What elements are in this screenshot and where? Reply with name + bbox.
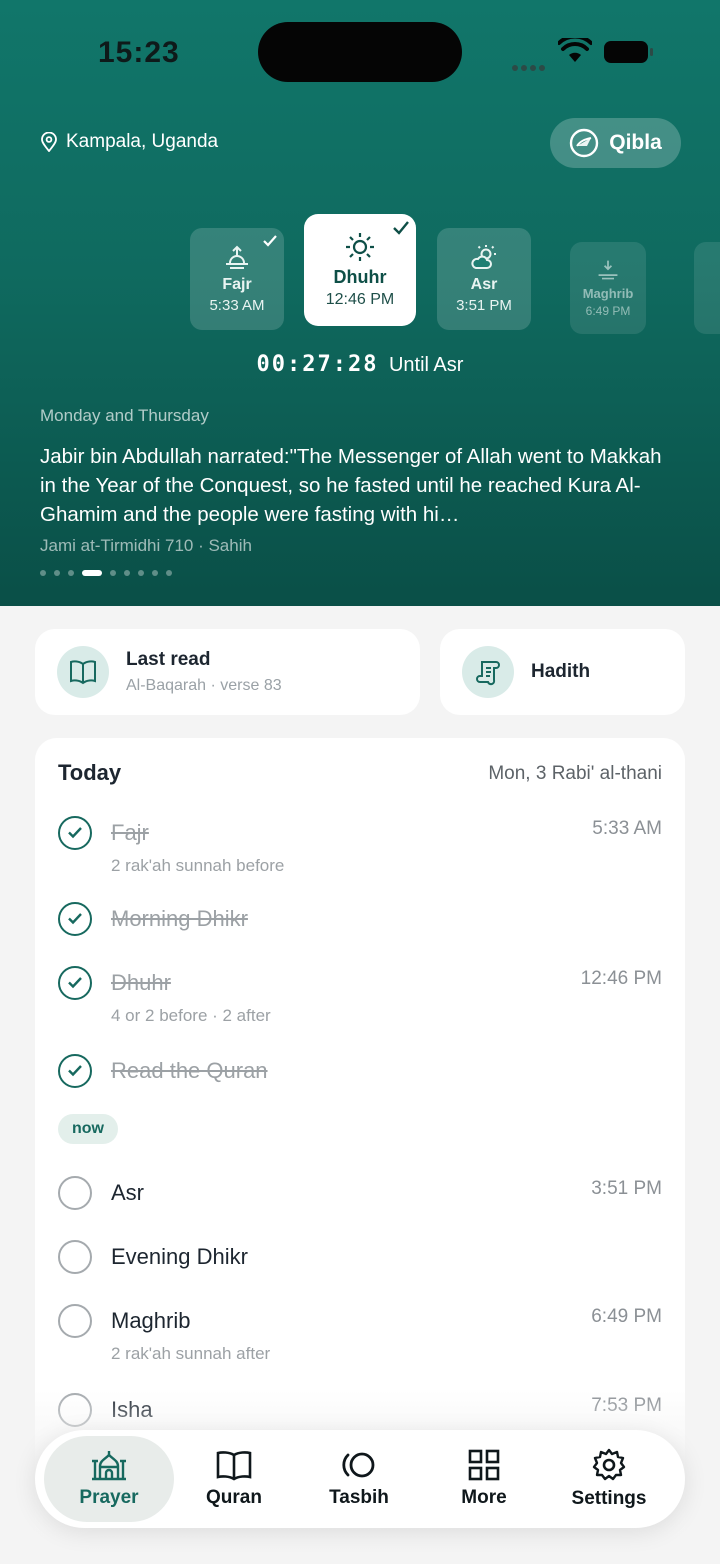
tab-settings[interactable]: Settings <box>544 1436 674 1522</box>
prayer-time: 12:46 PM <box>325 291 395 308</box>
gear-icon <box>592 1448 626 1481</box>
task-name: Evening Dhikr <box>111 1244 248 1269</box>
prayer-time: 3:51 PM <box>456 297 512 314</box>
hadith-text[interactable]: Jabir bin Abdullah narrated:"The Messeng… <box>40 442 680 529</box>
location-label[interactable]: Kampala, Uganda <box>40 131 218 153</box>
tab-more[interactable]: More <box>419 1436 549 1522</box>
last-read-card[interactable]: Last read Al-Baqarah · verse 83 <box>35 629 420 715</box>
checked-circle-icon[interactable] <box>58 966 92 1000</box>
tab-label: Settings <box>571 1488 647 1509</box>
pager-dot[interactable] <box>152 570 158 576</box>
prayer-time: 6:49 PM <box>585 304 631 318</box>
today-title: Today <box>58 760 122 785</box>
prayer-name: Dhuhr <box>333 267 387 287</box>
check-icon <box>263 235 277 247</box>
book-icon-badge <box>57 646 109 698</box>
empty-circle-icon[interactable] <box>58 1304 92 1338</box>
task-name: Dhuhr <box>111 970 171 995</box>
mosque-icon <box>92 1451 126 1481</box>
task-time: 3:51 PM <box>591 1178 662 1199</box>
pager-dot[interactable] <box>124 570 130 576</box>
checked-circle-icon[interactable] <box>58 902 92 936</box>
dynamic-island <box>258 22 462 82</box>
book-open-icon <box>216 1451 252 1481</box>
status-time: 15:23 <box>98 36 180 69</box>
task-time: 5:33 AM <box>592 818 662 839</box>
checked-circle-icon[interactable] <box>58 1054 92 1088</box>
prayer-name: Maghrib <box>582 286 634 301</box>
prayer-card-fajr[interactable]: Fajr 5:33 AM <box>190 228 284 330</box>
hadith-source: Jami at-Tirmidhi 710 · Sahih <box>40 536 252 555</box>
prayer-name: Asr <box>470 276 498 293</box>
countdown-label: Until Asr <box>388 354 464 376</box>
empty-circle-icon[interactable] <box>58 1176 92 1210</box>
tab-tasbih[interactable]: Tasbih <box>294 1436 424 1522</box>
today-date: Mon, 3 Rabi' al-thani <box>488 763 662 784</box>
battery-icon <box>604 41 653 63</box>
qibla-label: Qibla <box>609 131 662 154</box>
last-read-title: Last read <box>126 649 211 670</box>
tab-label: Tasbih <box>329 1487 389 1508</box>
task-subtitle: 2 rak'ah sunnah before <box>111 856 285 875</box>
tab-quran[interactable]: Quran <box>169 1436 299 1522</box>
prayer-name: Fajr <box>222 276 252 293</box>
pager-dot[interactable] <box>40 570 46 576</box>
countdown: 00:27:28 Until Asr <box>0 352 720 377</box>
prayer-card-asr[interactable]: Asr 3:51 PM <box>437 228 531 330</box>
location-pin-icon <box>41 132 57 152</box>
tab-bar: Prayer Quran Tasbih More Settings <box>35 1430 685 1528</box>
tab-label: Quran <box>206 1487 262 1508</box>
book-open-icon <box>70 660 96 685</box>
pager-dot[interactable] <box>166 570 172 576</box>
pager-dot[interactable] <box>82 570 102 576</box>
tab-prayer[interactable]: Prayer <box>44 1436 174 1522</box>
scroll-icon-badge <box>462 646 514 698</box>
qibla-button[interactable]: Qibla <box>550 118 681 168</box>
checked-circle-icon[interactable] <box>58 816 92 850</box>
wifi-icon <box>558 38 592 62</box>
hadith-card[interactable]: Hadith <box>440 629 685 715</box>
pager-dot[interactable] <box>110 570 116 576</box>
scroll-icon <box>476 661 500 686</box>
tasbih-icon <box>342 1452 375 1478</box>
task-name: Maghrib <box>111 1308 191 1333</box>
prayer-time: 5:33 AM <box>209 297 265 314</box>
task-time: 6:49 PM <box>591 1306 662 1327</box>
pager-dot[interactable] <box>138 570 144 576</box>
location-text: Kampala, Uganda <box>66 131 219 152</box>
task-name: Fajr <box>111 820 149 845</box>
task-time: 12:46 PM <box>580 968 662 989</box>
status-indicators <box>510 38 660 71</box>
task-subtitle: 4 or 2 before · 2 after <box>111 1006 271 1025</box>
empty-circle-icon[interactable] <box>58 1240 92 1274</box>
check-icon <box>393 221 409 235</box>
task-name: Asr <box>111 1180 144 1205</box>
grid-icon <box>468 1449 500 1481</box>
tab-label: More <box>461 1487 507 1508</box>
task-name: Morning Dhikr <box>111 906 248 931</box>
sun-icon <box>346 233 374 261</box>
countdown-time: 00:27:28 <box>256 352 379 377</box>
hadith-pager[interactable] <box>40 570 172 576</box>
sun-cloud-icon <box>471 245 496 269</box>
pager-dot[interactable] <box>68 570 74 576</box>
tab-label: Prayer <box>79 1487 139 1508</box>
hero-header: 15:23 Kampala, Uganda Qibla Fajr 5:33 AM… <box>0 0 720 606</box>
prayer-card-maghrib[interactable]: Maghrib 6:49 PM <box>570 242 646 334</box>
task-name: Read the Quran <box>111 1058 268 1083</box>
last-read-subtitle: Al-Baqarah · verse 83 <box>126 677 282 694</box>
compass-icon <box>570 128 599 158</box>
sunset-icon <box>598 260 618 280</box>
now-badge: now <box>58 1114 118 1144</box>
signal-icon <box>512 58 548 76</box>
hadith-title: Hadith <box>531 661 591 682</box>
task-subtitle: 2 rak'ah sunnah after <box>111 1344 271 1363</box>
prayer-card-dhuhr[interactable]: Dhuhr 12:46 PM <box>304 214 416 326</box>
sunrise-icon <box>226 245 248 269</box>
hadith-topic: Monday and Thursday <box>40 406 209 425</box>
prayer-card-next[interactable] <box>694 242 720 334</box>
pager-dot[interactable] <box>54 570 60 576</box>
